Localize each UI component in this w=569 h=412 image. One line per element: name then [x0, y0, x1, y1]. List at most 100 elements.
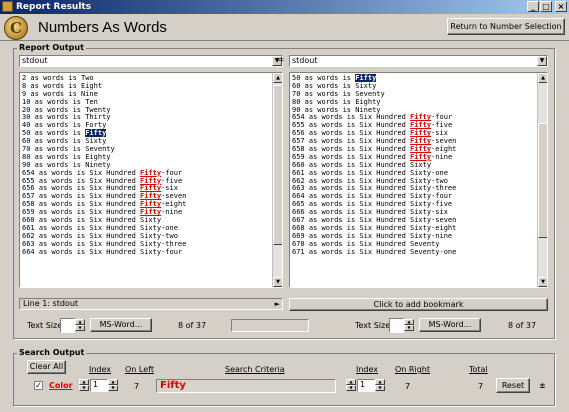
search-output-label: Search Output [17, 348, 87, 357]
line-text: 657 as words is Six Hundred [292, 137, 411, 146]
left-text-size-spinner[interactable]: ▲ ▼ [75, 319, 85, 332]
clear-all-button[interactable]: Clear All [27, 360, 66, 374]
line-text: 658 as words is Six Hundred [22, 200, 141, 209]
report-results-window: Report Results _ □ × C Numbers As Words … [0, 0, 569, 412]
line-text: 659 as words is Six Hundred [22, 208, 141, 217]
left-match-count: 8 of 37 [178, 321, 207, 330]
line-text: 30 as words is Thirty [22, 113, 111, 122]
right-output-text: 50 as words is Fifty 60 as words is Sixty… [292, 74, 535, 256]
title-bar[interactable]: Report Results _ □ × [0, 0, 569, 14]
spin-down-icon[interactable]: ▼ [108, 385, 118, 391]
line-text: 60 as words is Sixty [292, 81, 377, 90]
add-bookmark-button[interactable]: Click to add bookmark [289, 298, 548, 311]
line-text: 671 as words is Six Hundred Seventy-one [292, 247, 457, 256]
line-text: 663 as words is Six Hundred Sixty-three [292, 184, 457, 193]
search-criteria-value: Fifty [160, 380, 186, 391]
left-msword-button[interactable]: MS-Word... [90, 318, 152, 332]
line-text: 662 as words is Six Hundred Sixty-two [292, 176, 448, 185]
scroll-thumb[interactable] [538, 123, 547, 238]
spin-down-icon[interactable]: ▼ [75, 325, 85, 331]
scroll-down-icon[interactable]: ▼ [273, 277, 282, 287]
left-vertical-scrollbar[interactable]: ▲ ▼ [272, 73, 282, 287]
line-text: 20 as words is Twenty [22, 105, 111, 114]
highlighted-match: Fifty [410, 152, 432, 161]
highlighted-match: Fifty [410, 113, 432, 122]
spin-down-icon[interactable]: ▼ [375, 385, 385, 391]
progress-field [231, 319, 309, 332]
index-right-field[interactable]: 1 [357, 379, 375, 392]
right-text-size-spinner[interactable]: ▲ ▼ [404, 319, 414, 332]
line-text: 70 as words is Seventy [22, 145, 115, 154]
line-text: 662 as words is Six Hundred Sixty-two [22, 231, 178, 240]
right-output-combo[interactable]: stdout ▼ [289, 55, 548, 67]
right-text-size-field[interactable] [389, 318, 404, 333]
search-criteria-field[interactable]: Fifty [156, 379, 336, 393]
reset-button[interactable]: Reset [496, 378, 530, 393]
index-left-field[interactable]: 1 [90, 379, 108, 392]
left-output-pane[interactable]: 2 as words is Two 8 as words is Eight 9 as… [19, 72, 283, 288]
line-text: 659 as words is Six Hundred [292, 152, 411, 161]
scroll-up-icon[interactable]: ▲ [273, 73, 282, 83]
line-text: 664 as words is Six Hundred Sixty-four [292, 192, 453, 201]
highlighted-match: Fifty [410, 145, 432, 154]
app-icon [2, 1, 13, 12]
right-msword-button[interactable]: MS-Word... [419, 318, 481, 332]
line-text: -six [161, 184, 178, 193]
scroll-thumb[interactable] [273, 85, 282, 245]
spin-down-icon[interactable]: ▼ [404, 325, 414, 331]
chevron-down-icon[interactable]: ▼ [537, 56, 547, 66]
line-text: 665 as words is Six Hundred Sixty-five [292, 200, 453, 209]
right-output-pane[interactable]: 50 as words is Fifty 60 as words is Sixty… [289, 72, 548, 288]
left-output-text: 2 as words is Two 8 as words is Eight 9 as… [22, 74, 270, 256]
index-left-spinner[interactable]: ▲ ▼ [108, 379, 118, 392]
search-criteria-header: Search Criteria [225, 365, 285, 374]
index-right-spinner[interactable]: ▲ ▼ [375, 379, 385, 392]
line-text: 2 as words is Two [22, 74, 94, 82]
line-text: 664 as words is Six Hundred Sixty-four [22, 247, 183, 256]
left-text-size-field[interactable] [60, 318, 75, 333]
index-right-spinner-down[interactable]: ▲ ▼ [346, 379, 356, 392]
on-left-header: On Left [125, 365, 154, 374]
highlighted-match: Fifty [140, 176, 162, 185]
maximize-button[interactable]: □ [540, 1, 552, 12]
right-match-count: 8 of 37 [508, 321, 537, 330]
scroll-up-icon[interactable]: ▲ [538, 73, 547, 83]
highlighted-match: Fifty [410, 121, 432, 130]
line-text: 80 as words is Eighty [292, 97, 381, 106]
line-text: -four [161, 168, 183, 177]
index-right-header: Index [356, 365, 379, 374]
index-left-header: Index [89, 365, 112, 374]
line-text: 656 as words is Six Hundred [22, 184, 141, 193]
line-text: 663 as words is Six Hundred Sixty-three [22, 239, 187, 248]
left-output-combo[interactable]: stdout ▼ [19, 55, 283, 67]
highlighted-match: Fifty [410, 129, 432, 138]
index-left-spinner-down[interactable]: ▲ ▼ [79, 379, 89, 392]
line-text: 90 as words is Ninety [22, 160, 111, 169]
line-text: 660 as words is Six Hundred Sixty [22, 216, 162, 225]
line-text: 668 as words is Six Hundred Sixty-eight [292, 223, 457, 232]
splitter-handle[interactable]: = [276, 55, 286, 67]
search-row-checkbox[interactable]: ✓ [34, 381, 43, 390]
scroll-down-icon[interactable]: ▼ [538, 277, 547, 287]
right-output-combo-value: stdout [292, 56, 318, 65]
plus-minus-icon[interactable]: ± [539, 381, 546, 391]
color-link[interactable]: Color [49, 381, 73, 391]
on-right-value: 7 [405, 382, 411, 391]
line-text: 654 as words is Six Hundred [22, 168, 141, 177]
line-text: -four [431, 113, 453, 122]
report-output-label: Report Output [17, 43, 86, 52]
spin-down-icon[interactable]: ▼ [79, 385, 89, 391]
line-text: 658 as words is Six Hundred [292, 145, 411, 154]
window-title: Report Results [16, 2, 92, 12]
return-to-number-selection-button[interactable]: Return to Number Selection [447, 18, 565, 35]
line-status-field: Line 1: stdout ► [19, 298, 283, 310]
total-header: Total [469, 365, 488, 374]
close-button[interactable]: × [555, 1, 567, 12]
app-logo-icon: C [4, 16, 28, 40]
line-text: -five [431, 121, 453, 130]
minimize-button[interactable]: _ [527, 1, 539, 12]
spin-down-icon[interactable]: ▼ [346, 385, 356, 391]
line-text: 661 as words is Six Hundred Sixty-one [292, 168, 448, 177]
line-text: -five [161, 176, 183, 185]
right-vertical-scrollbar[interactable]: ▲ ▼ [537, 73, 547, 287]
